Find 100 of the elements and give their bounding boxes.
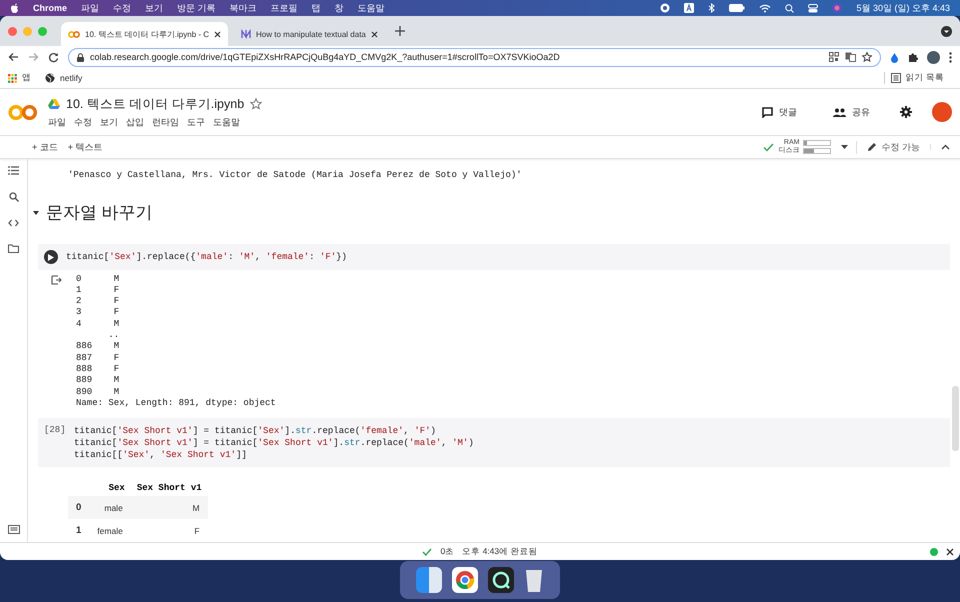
app-menu[interactable]: Chrome — [33, 3, 68, 13]
output-line: 890 M — [76, 386, 120, 398]
menu-item[interactable]: 도움말 — [358, 2, 385, 14]
bluetooth-icon[interactable] — [708, 3, 716, 13]
plus-icon — [394, 26, 405, 36]
menu-item[interactable]: 창 — [334, 2, 344, 14]
output-line: 4 M — [76, 318, 120, 330]
code-cell[interactable]: titanic['Sex'].replace({'male': 'M', 'female': 'F'}) — [38, 244, 950, 270]
menubar-clock: 5월 30일 (일) 오후 4:43 — [856, 2, 950, 14]
share-button[interactable]: 공유 — [827, 104, 876, 120]
search-icon[interactable] — [785, 4, 794, 12]
apple-logo-icon[interactable] — [10, 3, 19, 13]
run-button[interactable] — [44, 250, 58, 264]
table-of-contents-icon[interactable] — [8, 166, 19, 175]
notebook-title[interactable]: 10. 텍스트 데이터 다루기.ipynb — [66, 96, 244, 112]
colab-logo-icon — [68, 30, 80, 38]
menu-item[interactable]: 도구 — [187, 116, 205, 128]
collapse-caret[interactable] — [32, 208, 40, 217]
reload-icon[interactable] — [48, 52, 59, 62]
browser-tab[interactable]: How to manipulate textual data — [234, 22, 385, 46]
add-code-button[interactable]: + 코드 — [27, 140, 63, 154]
output-line: 2 F — [76, 296, 120, 308]
menu-item[interactable]: 수정 — [74, 116, 92, 128]
profile-avatar[interactable] — [927, 50, 940, 64]
comment-button[interactable]: 댓글 — [756, 104, 803, 120]
reading-list-button[interactable]: 읽기 목록 — [890, 72, 944, 84]
trash-can-icon[interactable] — [524, 567, 544, 593]
settings-icon[interactable] — [900, 106, 912, 118]
code-brackets-icon[interactable] — [8, 219, 19, 227]
translate-icon[interactable] — [845, 52, 856, 62]
user-avatar[interactable] — [932, 102, 952, 122]
battery-icon[interactable] — [729, 4, 746, 12]
menu-item[interactable]: 삽입 — [126, 116, 144, 128]
output-line: 1 F — [76, 284, 120, 296]
section-heading: 문자열 바꾸기 — [46, 202, 153, 224]
close-icon[interactable] — [946, 548, 954, 556]
menu-item[interactable]: 수정 — [113, 2, 132, 14]
control-center-icon[interactable] — [808, 4, 818, 12]
menu-item[interactable]: 보기 — [145, 2, 164, 14]
keyboard-input-icon[interactable] — [684, 3, 694, 13]
wifi-icon[interactable] — [759, 4, 772, 12]
code-cell[interactable]: [28] titanic['Sex Short v1'] = titanic['Sex'].str.replace('female', 'F') titanic['Sex Short v1'] = titanic['Sex Short v1'].str.replace('male', 'M') titanic[['Sex', 'Sex Short v1']] — [38, 418, 950, 467]
address-bar[interactable]: colab.research.google.com/drive/1qGTEpiZXsHrRAPCjQuBg4aYD_CMVg2K_?authuser=1#scrollTo=OX7SVKioOa2D — [68, 48, 881, 66]
star-icon[interactable] — [250, 98, 262, 110]
menu-item[interactable]: 프로필 — [270, 2, 298, 14]
video-player-app-icon[interactable] — [488, 567, 514, 593]
colab-logo-icon — [8, 104, 38, 120]
menu-item[interactable]: 파일 — [48, 116, 66, 128]
people-icon — [833, 108, 846, 116]
code-line: titanic['Sex Short v1'] = titanic['Sex Short v1'].str.replace('male', 'M') — [74, 436, 474, 449]
dropdown-caret-icon[interactable] — [841, 145, 848, 149]
site-logo-icon — [241, 29, 252, 39]
puzzle-piece-icon[interactable] — [908, 52, 918, 62]
menu-item[interactable]: 탭 — [312, 2, 321, 14]
menu-item[interactable]: 파일 — [81, 2, 100, 14]
completion-time: 오후 4:43에 완료됨 — [462, 546, 538, 558]
menu-item[interactable]: 런타임 — [152, 116, 179, 128]
globe-icon — [45, 73, 55, 83]
checkmark-icon — [422, 548, 432, 556]
table-cell: M — [130, 496, 208, 520]
code-line: titanic[['Sex', 'Sex Short v1']] — [74, 448, 248, 461]
more-menu-icon[interactable] — [949, 52, 952, 62]
folder-icon[interactable] — [8, 244, 19, 253]
output-line: Name: Sex, Length: 891, dtype: object — [76, 398, 276, 410]
output-line: 887 F — [76, 352, 120, 364]
menu-item[interactable]: 북마크 — [230, 2, 257, 14]
search-icon[interactable] — [8, 192, 18, 202]
menu-item[interactable]: 방문 기록 — [177, 2, 216, 14]
drive-logo-icon — [48, 99, 60, 109]
bookmark[interactable]: 앱 — [8, 72, 31, 84]
table-cell: female — [89, 519, 131, 542]
edit-mode-button[interactable]: 수정 가능 — [856, 140, 930, 154]
star-icon[interactable] — [862, 52, 872, 62]
drop-extension-icon[interactable] — [890, 52, 899, 62]
code-line: titanic['Sex'].replace({'male': 'M', 'female': 'F'}) — [66, 251, 347, 264]
browser-app-icon[interactable] — [452, 567, 478, 593]
execution-duration: 0초 — [440, 546, 454, 558]
close-icon[interactable] — [370, 30, 378, 38]
record-icon[interactable] — [660, 3, 670, 13]
row-index: 0 — [68, 496, 90, 520]
terminal-icon[interactable] — [8, 525, 20, 534]
close-icon[interactable] — [214, 30, 222, 38]
tab-search-icon[interactable] — [941, 26, 952, 36]
table-cell: F — [130, 519, 208, 542]
pencil-icon — [867, 142, 878, 152]
back-arrow-icon[interactable] — [8, 52, 19, 62]
resource-meters[interactable] — [803, 140, 832, 154]
browser-tab[interactable]: 10. 텍스트 데이터 다루기.ipynb - C — [61, 22, 228, 46]
menu-item[interactable]: 도움말 — [213, 116, 240, 128]
apps-grid-icon — [8, 74, 17, 82]
add-text-button[interactable]: + 텍스트 — [62, 140, 108, 154]
checkmark-icon — [763, 142, 774, 152]
qr-code-icon[interactable] — [829, 52, 839, 62]
output-line: 'Penasco y Castellana, Mrs. Victor de Satode (Maria Josefa Perez de Soto y Vallejo)' — [68, 170, 523, 182]
output-icon — [50, 274, 62, 286]
column-header: Sex Short v1 — [130, 480, 208, 496]
bookmark[interactable]: netlify — [45, 73, 82, 83]
collapse-chevron-icon[interactable] — [941, 144, 950, 150]
menu-item[interactable]: 보기 — [100, 116, 118, 128]
scrollbar-thumb[interactable] — [952, 386, 959, 451]
